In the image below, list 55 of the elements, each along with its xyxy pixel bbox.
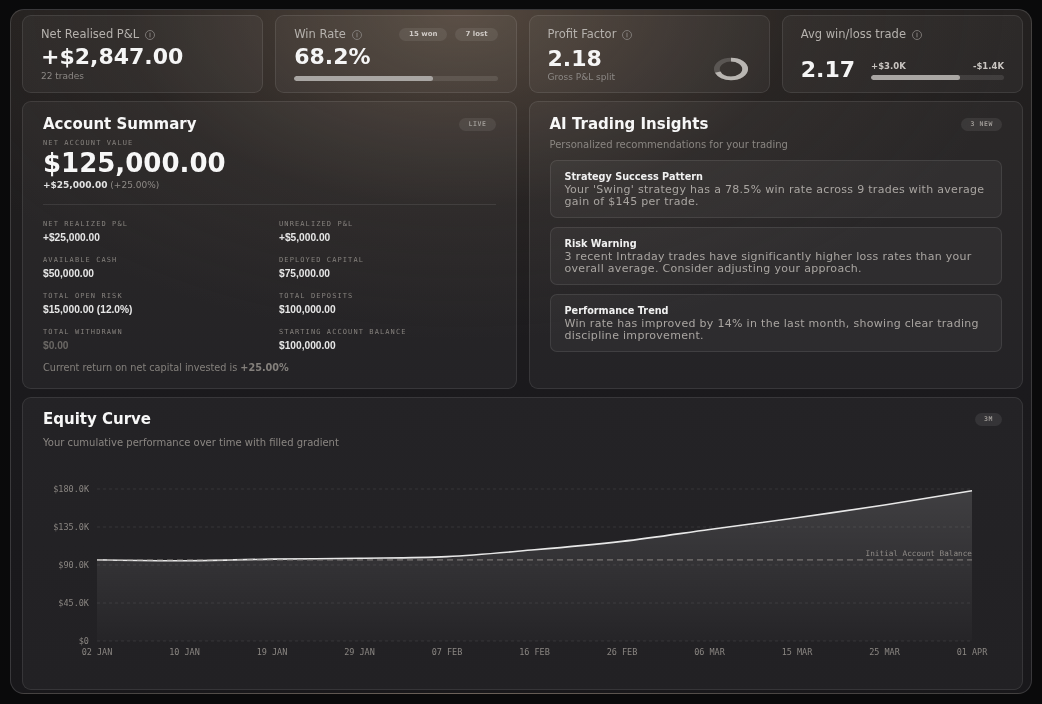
stat-label: Avg win/loss trade (800, 28, 906, 41)
x-axis-label: 16 FEB (519, 647, 550, 657)
x-axis-label: 06 MAR (694, 647, 725, 657)
stat-value: 2.18 (547, 48, 603, 70)
metric-value: $0.00 (43, 339, 70, 353)
stat-label: Net Realised P&L (41, 28, 140, 41)
stat-value: +$2,847.00 (41, 45, 185, 69)
x-axis-label: 19 JAN (256, 647, 288, 657)
return-note: Current return on net capital invested is +25.00% (43, 361, 290, 375)
panel-title: Equity Curve (43, 411, 151, 428)
x-axis-label: 10 JAN (169, 647, 200, 657)
metric-value: $100,000.00 (279, 303, 337, 317)
x-axis-label: 29 JAN (344, 647, 375, 657)
x-axis-label: 26 FEB (606, 647, 638, 657)
change-percent: (+25.00%) (110, 180, 160, 190)
x-axis-label: 25 MAR (869, 647, 900, 657)
win-amount: +$3.0K (871, 60, 906, 71)
panel-title: AI Trading Insights (549, 116, 709, 133)
x-axis-label: 15 MAR (781, 647, 813, 657)
stat-value: 2.17 (800, 58, 856, 82)
stat-label: Win Rate (294, 28, 346, 41)
x-axis-label: 02 JAN (81, 647, 113, 657)
insight-text: Win rate has improved by 14% in the last month, showing clear trading discipline improvement. (564, 318, 980, 342)
metric-value: $50,000.00 (43, 267, 95, 281)
account-value: $125,000.00 (43, 149, 227, 177)
panel-subtitle: Your cumulative performance over time with filled gradient (43, 437, 340, 449)
change-amount: +$25,000.00 (43, 180, 108, 190)
panel-subtitle: Personalized recommendations for your trading (549, 139, 789, 151)
info-icon[interactable] (622, 29, 633, 40)
loss-amount: -$1.4K (972, 60, 1004, 71)
metric-value: +$25,000.00 (43, 231, 101, 245)
metric-value: $100,000.00 (279, 339, 337, 353)
stat-value: 68.2% (294, 45, 372, 69)
insight-title: Performance Trend (564, 304, 670, 317)
y-axis-label: $45.0K (58, 598, 89, 608)
insight-title: Strategy Success Pattern (564, 170, 704, 183)
metric-value: $15,000.00 (12.0%) (43, 303, 134, 317)
stat-caption: 22 trades (41, 71, 85, 81)
info-icon[interactable] (351, 29, 362, 40)
metric-value: $75,000.00 (279, 267, 331, 281)
panel-title: Account Summary (43, 116, 197, 133)
stat-label: Profit Factor (547, 28, 617, 41)
info-icon[interactable] (912, 29, 922, 40)
info-icon[interactable] (145, 29, 156, 40)
y-axis-label: $135.0K (53, 522, 89, 532)
insight-text: Your 'Swing' strategy has a 78.5% win rate across 9 trades with average gain of $145 per trade. (564, 184, 986, 208)
y-axis-label: $90.0K (58, 560, 89, 570)
y-axis-label: $0 (78, 636, 89, 646)
insight-title: Risk Warning (564, 237, 638, 250)
insight-text: 3 recent Intraday trades have significantly higher loss rates than your overall average. Consider adjusting your approach. (564, 251, 973, 275)
x-axis-label: 07 FEB (431, 647, 463, 657)
x-axis-label: 01 APR (956, 647, 988, 657)
stat-caption: Gross P&L split (547, 72, 615, 82)
metric-value: +$5,000.00 (279, 231, 332, 245)
y-axis-label: $180.0K (53, 484, 89, 494)
